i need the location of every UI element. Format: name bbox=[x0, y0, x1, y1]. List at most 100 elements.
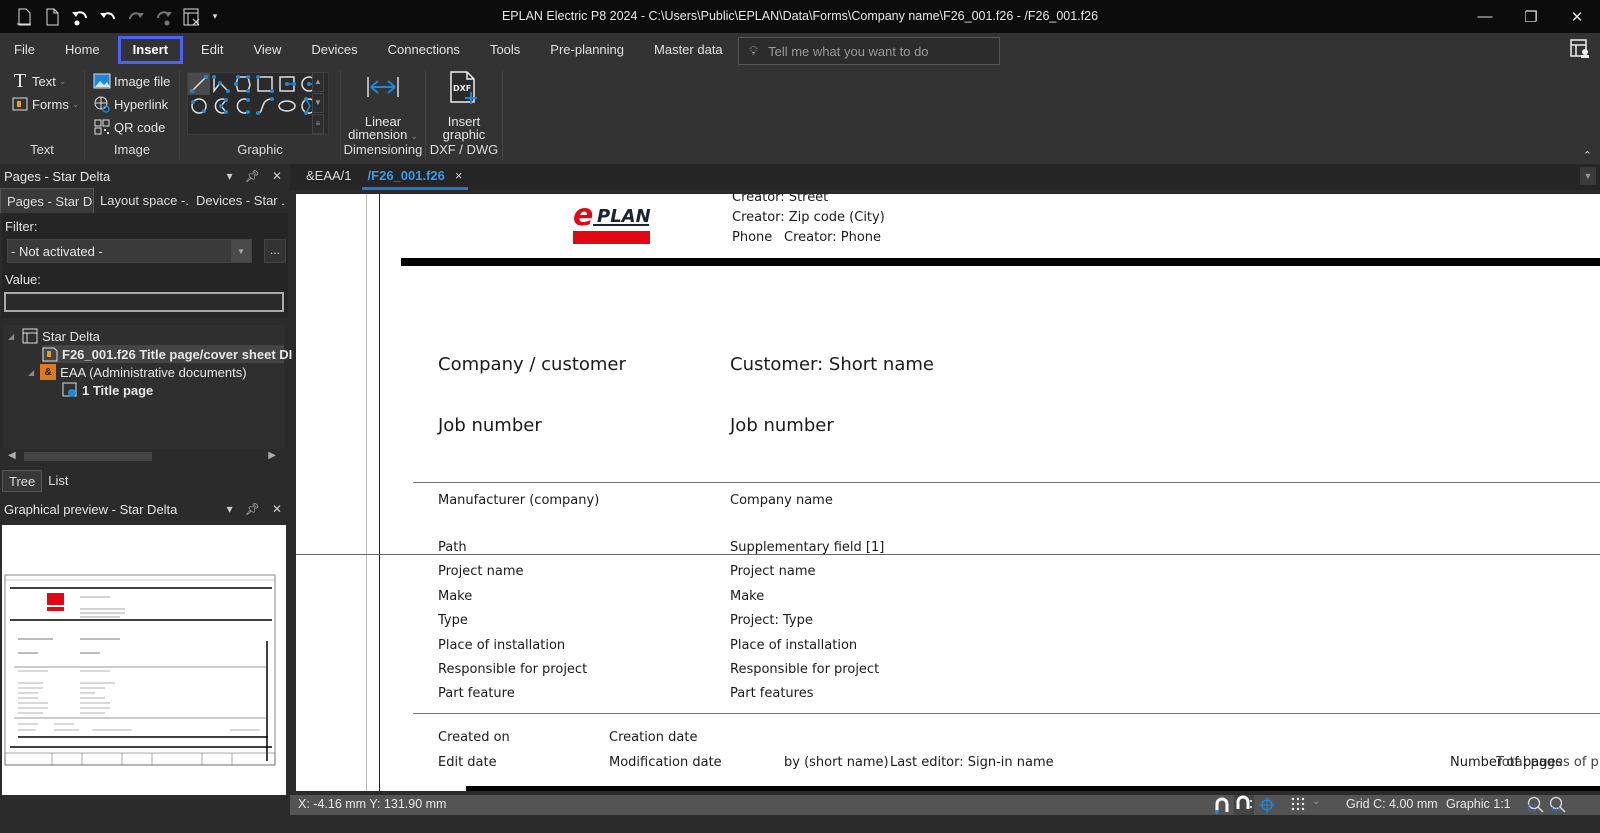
tell-me-search[interactable]: 💡︎ Tell me what you want to do bbox=[738, 37, 1000, 65]
close-panel-icon[interactable]: ✕ bbox=[272, 169, 282, 183]
tab-eaa-1[interactable]: &EAA/1 bbox=[300, 164, 358, 190]
tab-view[interactable]: View bbox=[241, 36, 293, 64]
tab-layout-space[interactable]: Layout space -... bbox=[94, 188, 190, 213]
tree-item-project[interactable]: ◢ Star Delta bbox=[8, 327, 100, 345]
tab-edit[interactable]: Edit bbox=[189, 36, 235, 64]
scroll-right-icon[interactable]: ▶ bbox=[268, 450, 276, 461]
preview-thumbnail bbox=[4, 574, 276, 766]
circle-tool[interactable] bbox=[188, 95, 210, 117]
group-label-dxf-dwg: DXF / DWG bbox=[429, 142, 499, 157]
tree-item-form[interactable]: F26_001.f26 Title page/cover sheet DI bbox=[42, 345, 292, 363]
gallery-scroll-down[interactable]: ▼ bbox=[312, 93, 324, 113]
hyperlink-button[interactable]: Hyperlink bbox=[93, 95, 168, 113]
tab-insert[interactable]: Insert bbox=[117, 35, 184, 64]
tab-devices[interactable]: Devices bbox=[299, 36, 369, 64]
panel-controls: ▾ 📌︎ ✕ bbox=[227, 169, 282, 183]
crosshair-snap-icon[interactable] bbox=[1258, 796, 1276, 817]
text-button[interactable]: T Text ⌄ bbox=[11, 69, 67, 92]
scroll-left-icon[interactable]: ◀ bbox=[8, 450, 16, 461]
graphic-scale[interactable]: Graphic 1:1 bbox=[1446, 797, 1511, 811]
field-label: Responsible for project bbox=[438, 662, 588, 677]
tab-list-dropdown[interactable]: ▼ bbox=[1580, 167, 1596, 185]
grid-icon[interactable] bbox=[1290, 796, 1306, 815]
creator-street: Creator: Street bbox=[732, 194, 829, 205]
gallery-expand[interactable]: ≡ bbox=[312, 114, 324, 134]
filter-select[interactable]: - Not activated - ▼ bbox=[7, 239, 252, 263]
pin-icon[interactable]: 📌︎ bbox=[245, 502, 260, 516]
snap-icon[interactable] bbox=[1214, 796, 1230, 817]
title-page-icon bbox=[62, 382, 78, 398]
expand-icon[interactable]: ◢ bbox=[28, 368, 34, 377]
zoom-100-icon[interactable]: 100 bbox=[1548, 796, 1566, 817]
ribbon-group-dimensioning: Linear dimension ⌄ Dimensioning bbox=[341, 66, 425, 164]
tab-tools[interactable]: Tools bbox=[478, 36, 532, 64]
drawing-canvas[interactable]: e PLAN Creator: Street Creator: Zip code … bbox=[296, 194, 1600, 791]
zoom-window-icon[interactable] bbox=[1526, 796, 1544, 817]
tab-pre-planning[interactable]: Pre-planning bbox=[538, 36, 636, 64]
chevron-down-icon: ⌄ bbox=[410, 131, 418, 141]
tab-connections[interactable]: Connections bbox=[376, 36, 472, 64]
expand-icon[interactable]: ◢ bbox=[8, 332, 14, 341]
tab-list[interactable]: List bbox=[42, 470, 74, 492]
close-tab-icon[interactable]: × bbox=[455, 168, 463, 183]
heavy-rule bbox=[466, 786, 1600, 791]
panel-menu-icon[interactable]: ▾ bbox=[227, 169, 233, 183]
ellipse-tool[interactable] bbox=[276, 95, 298, 117]
group-label-text: Text bbox=[30, 142, 54, 157]
tree-item-eaa[interactable]: ◢ & EAA (Administrative documents) bbox=[28, 363, 247, 381]
close-panel-icon[interactable]: ✕ bbox=[272, 502, 282, 516]
pin-icon[interactable]: 📌︎ bbox=[245, 169, 260, 183]
creator-zip-city: Creator: Zip code (City) bbox=[732, 210, 885, 225]
image-file-button[interactable]: Image file bbox=[93, 72, 170, 90]
restore-button[interactable]: ❐ bbox=[1508, 0, 1554, 33]
grid-size[interactable]: Grid C: 4.00 mm bbox=[1346, 797, 1438, 811]
customize-qat-icon[interactable]: ▾ bbox=[210, 7, 220, 27]
tab-f26-001[interactable]: /F26_001.f26 × bbox=[361, 164, 469, 190]
spline-tool[interactable] bbox=[254, 95, 276, 117]
text-icon: T bbox=[13, 69, 27, 92]
minimize-button[interactable]: — bbox=[1462, 0, 1508, 33]
field-value: Make bbox=[730, 589, 765, 604]
title-bar: ▾ EPLAN Electric P8 2024 - C:\Users\Publ… bbox=[0, 0, 1600, 33]
filter-more-button[interactable]: ... bbox=[264, 239, 286, 263]
line-tool[interactable] bbox=[188, 73, 210, 95]
ribbon-group-image: Image file Hyperlink QR code Image bbox=[85, 66, 179, 164]
linear-dimension-button[interactable]: Linear dimension ⌄ bbox=[341, 74, 425, 143]
page-properties-icon[interactable] bbox=[42, 7, 62, 27]
panel-menu-icon[interactable]: ▾ bbox=[227, 502, 233, 516]
qr-code-button[interactable]: QR code bbox=[93, 118, 165, 136]
close-button[interactable]: ✕ bbox=[1554, 0, 1600, 33]
polygon-tool[interactable] bbox=[232, 73, 254, 95]
scrollbar-thumb[interactable] bbox=[24, 452, 152, 461]
collapse-ribbon-icon[interactable]: ⌃ bbox=[1583, 149, 1592, 162]
polyline-tool[interactable] bbox=[210, 73, 232, 95]
tree-item-title-page[interactable]: 1 Title page bbox=[62, 381, 153, 399]
layout-icon[interactable] bbox=[182, 7, 202, 27]
tab-home[interactable]: Home bbox=[53, 36, 112, 64]
redo-icon[interactable] bbox=[126, 7, 146, 27]
tree-horizontal-scrollbar[interactable]: ◀ ▶ bbox=[4, 449, 284, 465]
gallery-scroll-up[interactable]: ▲ bbox=[312, 72, 324, 92]
snap-to-object-icon[interactable] bbox=[1234, 795, 1254, 815]
chevron-down-icon: ⌄ bbox=[58, 75, 67, 86]
tell-me-placeholder: Tell me what you want to do bbox=[768, 43, 929, 59]
tab-file[interactable]: File bbox=[2, 36, 47, 64]
undo-list-icon[interactable] bbox=[70, 7, 90, 27]
tab-tree[interactable]: Tree bbox=[2, 470, 43, 492]
tab-pages[interactable]: Pages - Star D... bbox=[0, 188, 94, 213]
insert-graphic-button[interactable]: DXF Insert graphic bbox=[426, 70, 502, 141]
circle-arc-tool[interactable] bbox=[210, 95, 232, 117]
tab-devices-nav[interactable]: Devices - Star ... bbox=[190, 188, 286, 213]
arc-tool[interactable] bbox=[232, 95, 254, 117]
rectangle-tool[interactable] bbox=[254, 73, 276, 95]
tab-master-data[interactable]: Master data bbox=[642, 36, 735, 64]
redo-list-icon[interactable] bbox=[154, 7, 174, 27]
svg-text:100: 100 bbox=[1551, 807, 1561, 813]
undo-icon[interactable] bbox=[98, 7, 118, 27]
rectangle-center-tool[interactable] bbox=[276, 73, 298, 95]
value-input[interactable] bbox=[4, 292, 284, 312]
new-page-icon[interactable] bbox=[14, 7, 34, 27]
workspace-icon[interactable] bbox=[1570, 39, 1590, 62]
forms-button[interactable]: Forms ⌄ bbox=[11, 95, 79, 113]
grid-dropdown-icon[interactable]: ⌄ bbox=[1312, 796, 1320, 807]
